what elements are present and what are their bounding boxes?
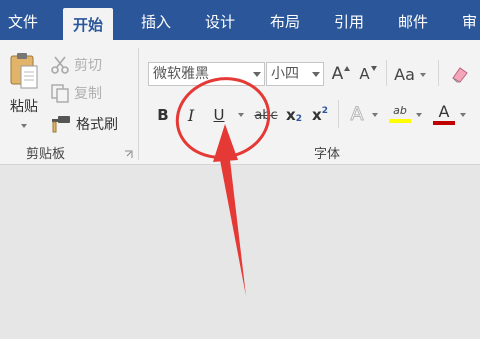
- annotation-arrow-shaft: [220, 160, 246, 296]
- annotation-arrow-head: [213, 124, 238, 162]
- annotation-overlay: [175, 77, 271, 296]
